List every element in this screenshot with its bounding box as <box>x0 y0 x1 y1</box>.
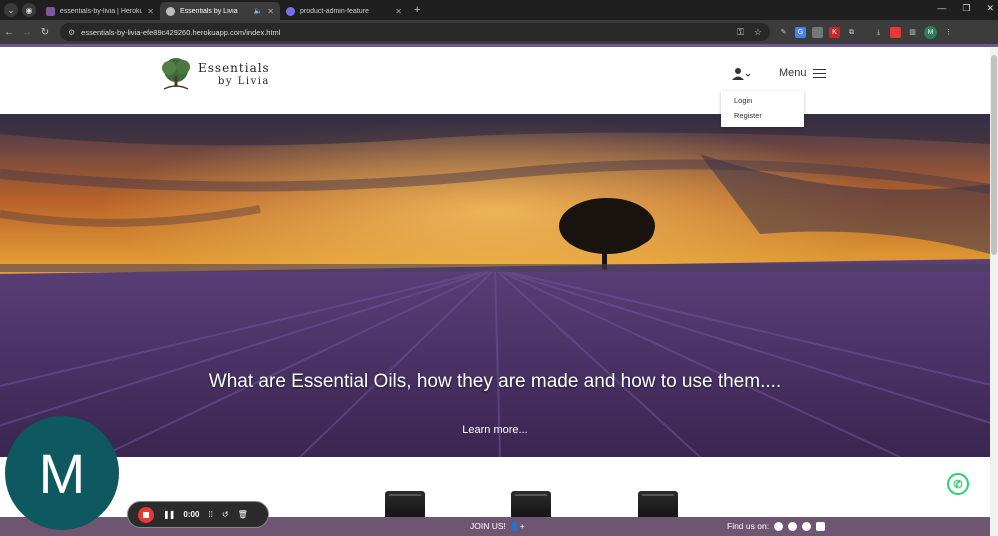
hero-title: What are Essential Oils, how they are ma… <box>208 371 782 392</box>
new-tab-button[interactable]: + <box>414 4 420 16</box>
trash-icon[interactable]: 🗑 <box>238 510 248 519</box>
site-favicon-icon <box>166 6 175 16</box>
cast-icon[interactable] <box>890 26 901 38</box>
tab-title: product-admin-feature <box>300 7 369 15</box>
close-tab-icon[interactable]: ✕ <box>147 7 154 16</box>
download-icon[interactable]: ⤓ <box>873 27 884 38</box>
k-extension-icon[interactable]: K <box>829 26 840 38</box>
instagram-icon[interactable] <box>816 521 826 531</box>
tab-title: Essentials by Livia <box>180 7 238 15</box>
translate-extension-icon[interactable]: G <box>795 26 806 38</box>
extensions-area: ✎ G K ⧉ ⤓ ▥ M ⋮ <box>778 25 954 39</box>
web-page: Essentials by Livia Menu Login Register <box>0 47 990 536</box>
url-text: essentials-by-livia-efe89c429260.herokua… <box>81 27 281 37</box>
grid-extension-icon[interactable] <box>812 26 823 38</box>
hero-banner: What are Essential Oils, how they are ma… <box>0 114 990 457</box>
user-plus-icon: 👤+ <box>509 521 525 531</box>
brand-name: Essentials by Livia <box>198 62 270 88</box>
join-us-link[interactable]: JOIN US! 👤+ <box>470 521 525 531</box>
account-dropdown: Login Register <box>721 91 804 127</box>
recording-indicator-icon: ◉ <box>22 3 36 17</box>
facebook-icon[interactable] <box>802 521 812 531</box>
scrollbar-thumb[interactable] <box>991 55 997 255</box>
site-info-icon[interactable]: ⚙ <box>68 28 75 37</box>
tab-search-button[interactable]: ⌄ <box>4 3 18 17</box>
maximize-icon[interactable]: ❐ <box>962 3 970 14</box>
lavender-sunset-image <box>0 114 990 457</box>
recording-timer: 0:00 <box>183 510 200 519</box>
site-header: Essentials by Livia Menu <box>0 47 990 114</box>
find-us-label: Find us on: <box>727 521 770 531</box>
tab-title: essentials-by-livia | Heroku <box>59 7 143 15</box>
tab-essentials[interactable]: Essentials by Livia 🔈 ✕ <box>160 2 280 20</box>
learn-more-link[interactable]: Learn more... <box>0 424 990 436</box>
whatsapp-float-icon[interactable]: ✆ <box>947 473 969 495</box>
pause-icon[interactable]: ❚❚ <box>163 510 175 519</box>
gear-favicon-icon <box>286 6 295 16</box>
find-us-area: Find us on: <box>727 521 826 531</box>
join-us-label: JOIN US! <box>470 521 506 531</box>
close-window-icon[interactable]: ✕ <box>986 3 994 14</box>
close-tab-icon[interactable]: ✕ <box>395 7 402 16</box>
close-tab-icon[interactable]: ✕ <box>267 7 274 16</box>
stop-recording-button[interactable] <box>138 506 154 523</box>
browser-toolbar: ← → ↻ ⚙ essentials-by-livia-efe89c429260… <box>0 20 998 44</box>
forward-icon[interactable]: → <box>18 27 36 38</box>
register-link[interactable]: Register <box>734 108 804 123</box>
account-user-icon[interactable] <box>731 67 751 81</box>
tree-logo-icon <box>162 58 190 90</box>
messenger-icon[interactable] <box>788 521 798 531</box>
audio-playing-icon[interactable]: 🔈 <box>254 7 263 15</box>
browser-tab-strip: ⌄ ◉ essentials-by-livia | Heroku ✕ Essen… <box>0 0 998 20</box>
menu-label: Menu <box>779 67 807 79</box>
pen-extension-icon[interactable]: ✎ <box>778 27 789 38</box>
hamburger-icon <box>812 68 826 78</box>
whatsapp-icon[interactable] <box>774 521 784 531</box>
login-link[interactable]: Login <box>734 93 804 108</box>
site-logo[interactable]: Essentials by Livia <box>158 56 270 94</box>
grid-move-icon[interactable]: ⁞⁞ <box>208 510 212 519</box>
minimize-icon[interactable]: — <box>937 3 946 14</box>
address-bar[interactable]: ⚙ essentials-by-livia-efe89c429260.herok… <box>60 23 770 41</box>
menu-toggle-button[interactable]: Menu <box>779 67 826 79</box>
recorder-camera-avatar[interactable]: M <box>5 416 119 530</box>
tab-product-admin[interactable]: product-admin-feature ✕ <box>280 2 408 20</box>
recorder-control-bar: ❚❚ 0:00 ⁞⁞ ↺ 🗑 <box>127 501 269 528</box>
brand-line1: Essentials <box>198 61 270 75</box>
page-scrollbar[interactable] <box>990 47 998 536</box>
sidepanel-icon[interactable]: ▥ <box>907 27 918 38</box>
back-icon[interactable]: ← <box>0 27 18 38</box>
window-controls: — ❐ ✕ <box>937 3 994 14</box>
restart-icon[interactable]: ↺ <box>222 510 229 519</box>
more-menu-icon[interactable]: ⋮ <box>943 27 954 38</box>
brand-line2: by Livia <box>218 76 270 87</box>
puzzle-extensions-icon[interactable]: ⧉ <box>846 27 857 38</box>
password-key-icon[interactable]: ⚿ <box>737 27 744 38</box>
profile-avatar[interactable]: M <box>924 25 937 39</box>
tab-heroku[interactable]: essentials-by-livia | Heroku ✕ <box>40 2 160 20</box>
reload-icon[interactable]: ↻ <box>36 27 54 38</box>
heroku-favicon-icon <box>46 6 55 16</box>
bookmark-star-icon[interactable]: ☆ <box>754 27 762 38</box>
